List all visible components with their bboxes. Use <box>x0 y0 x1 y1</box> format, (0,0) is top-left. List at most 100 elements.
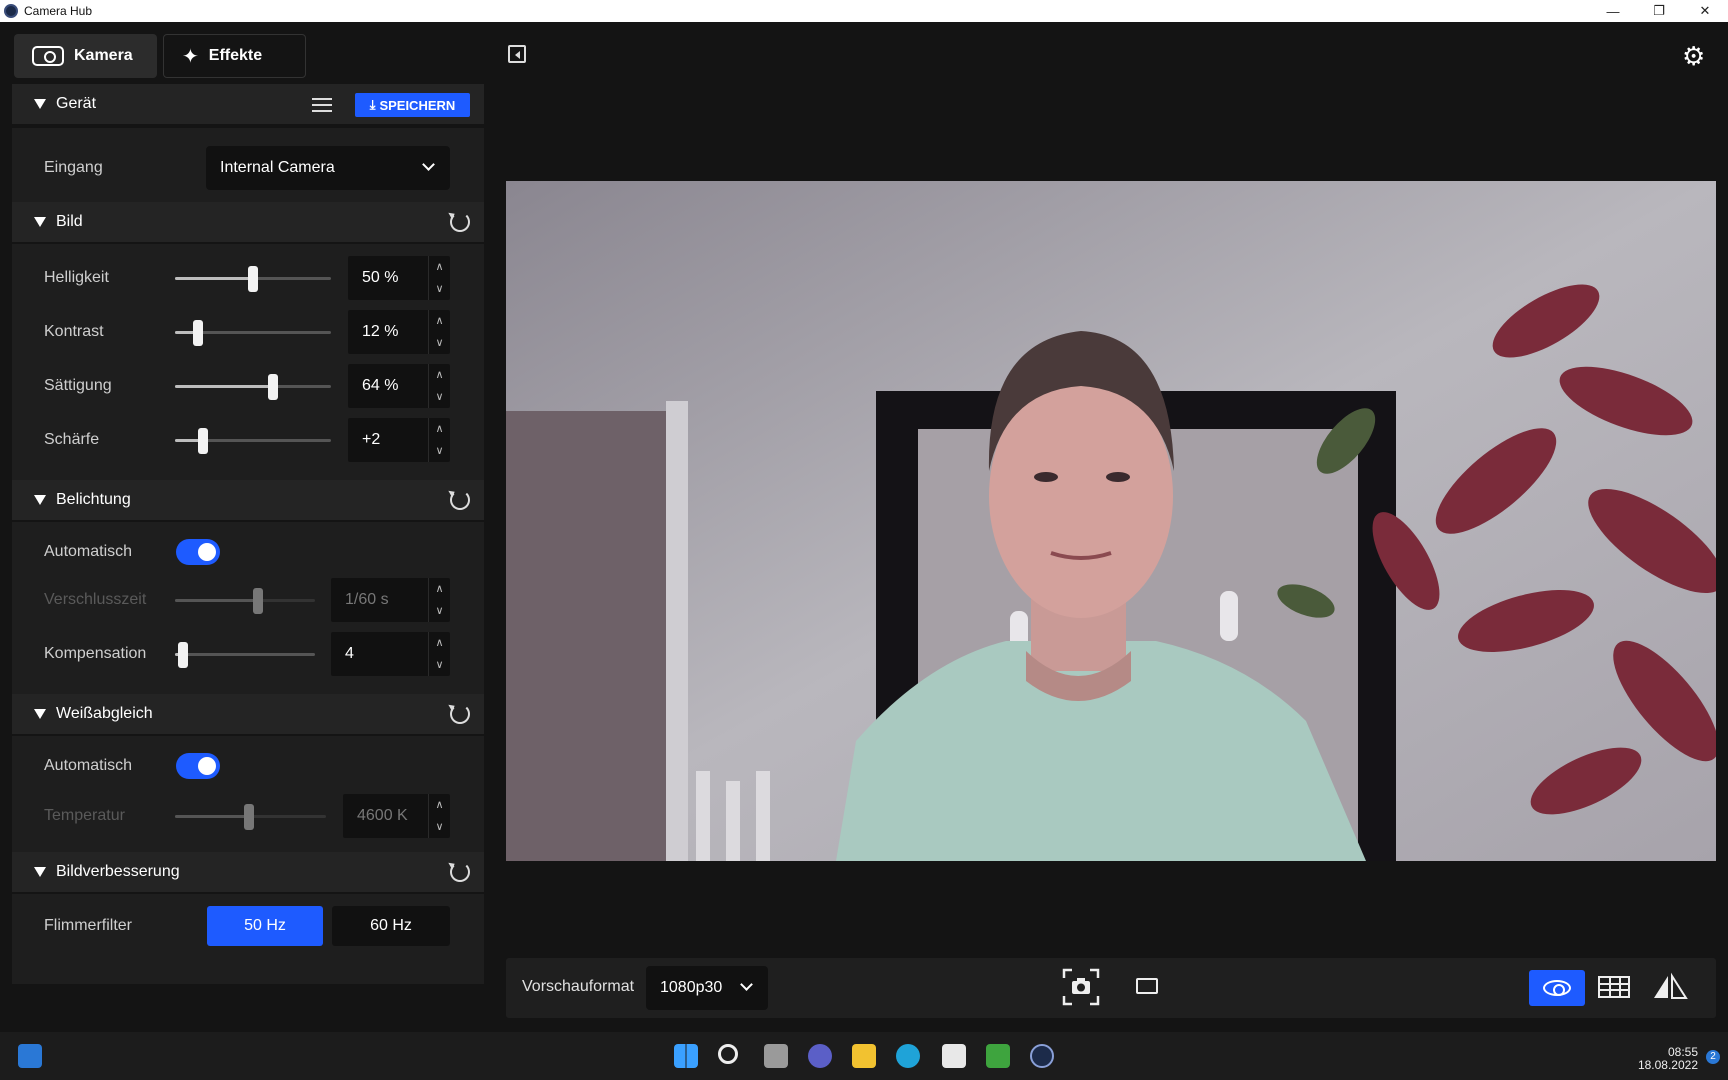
compensation-slider[interactable] <box>175 642 315 668</box>
gear-icon[interactable]: ⚙ <box>1682 41 1705 72</box>
start-icon[interactable] <box>674 1044 698 1068</box>
section-header-bild[interactable]: Bild <box>12 202 484 242</box>
brightness-stepper[interactable]: 50 % ∧ ∨ <box>348 256 450 300</box>
section-header-belichtung[interactable]: Belichtung <box>12 480 484 520</box>
section-title-geraet: Gerät <box>56 95 97 112</box>
brightness-value: 50 % <box>362 269 399 286</box>
stepper-arrows[interactable]: ∧ ∨ <box>428 364 450 408</box>
compensation-stepper[interactable]: 4 ∧ ∨ <box>331 632 450 676</box>
camera-hub-taskbar-icon[interactable] <box>1030 1044 1054 1068</box>
preview-visibility-button[interactable] <box>1529 970 1585 1006</box>
exposure-auto-toggle[interactable] <box>176 539 220 565</box>
saturation-stepper[interactable]: 64 % ∧ ∨ <box>348 364 450 408</box>
contrast-label: Kontrast <box>44 323 104 340</box>
stepper-arrows: ∧ ∨ <box>428 578 450 622</box>
collapse-triangle-icon[interactable] <box>34 495 46 505</box>
shutter-value: 1/60 s <box>345 591 389 608</box>
system-tray: 08:55 18.08.2022 <box>1638 1046 1698 1072</box>
wb-auto-row: Automatisch <box>12 744 484 788</box>
chevron-up-icon[interactable]: ∧ <box>429 364 450 386</box>
stepper-arrows: ∧ ∨ <box>428 794 450 838</box>
magic-wand-icon: ✦ <box>182 45 199 68</box>
camera-icon <box>32 46 64 66</box>
slider-fill <box>175 277 253 280</box>
collapse-triangle-icon[interactable] <box>34 867 46 877</box>
mirror-icon[interactable] <box>1650 972 1690 1000</box>
notification-badge[interactable]: 2 <box>1706 1050 1720 1064</box>
close-icon[interactable]: ✕ <box>1682 0 1728 22</box>
collapse-triangle-icon[interactable] <box>34 709 46 719</box>
save-button[interactable]: ⤓ SPEICHERN <box>355 93 470 117</box>
tab-effekte-label: Effekte <box>208 47 263 64</box>
slider-thumb <box>244 804 254 830</box>
stepper-arrows[interactable]: ∧ ∨ <box>428 418 450 462</box>
slider-thumb[interactable] <box>268 374 278 400</box>
stepper-arrows[interactable]: ∧ ∨ <box>428 632 450 676</box>
collapse-triangle-icon[interactable] <box>34 217 46 227</box>
preview-format-select[interactable]: 1080p30 <box>646 966 768 1010</box>
flicker-50hz-button[interactable]: 50 Hz <box>207 906 323 946</box>
contrast-slider[interactable] <box>175 320 331 346</box>
app-icon <box>4 4 18 18</box>
sharpness-slider[interactable] <box>175 428 331 454</box>
xbox-icon[interactable] <box>986 1044 1010 1068</box>
chevron-down-icon[interactable]: ∨ <box>429 440 450 462</box>
flicker-60hz-button[interactable]: 60 Hz <box>332 906 450 946</box>
reset-icon[interactable] <box>450 212 470 232</box>
section-body-geraet: Eingang Internal Camera <box>12 128 484 210</box>
reset-icon[interactable] <box>450 704 470 724</box>
reset-icon[interactable] <box>450 862 470 882</box>
chevron-down-icon[interactable]: ∨ <box>429 386 450 408</box>
chevron-up-icon: ∧ <box>435 583 444 595</box>
chevron-down-icon[interactable]: ∨ <box>429 332 450 354</box>
chevron-down-icon[interactable]: ∨ <box>429 654 450 676</box>
collapse-triangle-icon[interactable] <box>34 99 46 109</box>
slider-thumb[interactable] <box>248 266 258 292</box>
tab-effekte[interactable]: ✦ Effekte <box>163 34 306 78</box>
adjust-settings-icon[interactable] <box>312 96 332 112</box>
wb-auto-label: Automatisch <box>44 757 133 774</box>
store-icon[interactable] <box>942 1044 966 1068</box>
section-header-weissabgleich[interactable]: Weißabgleich <box>12 694 484 734</box>
minimize-icon[interactable]: — <box>1590 0 1636 22</box>
input-select[interactable]: Internal Camera <box>206 146 450 190</box>
snapshot-camera-icon[interactable] <box>1062 968 1100 1006</box>
reset-icon[interactable] <box>450 490 470 510</box>
folder-icon[interactable] <box>1136 978 1158 994</box>
input-label: Eingang <box>44 159 103 176</box>
exposure-auto-row: Automatisch <box>12 530 484 574</box>
restore-icon[interactable]: ❐ <box>1636 0 1682 22</box>
brightness-slider[interactable] <box>175 266 331 292</box>
chevron-up-icon[interactable]: ∧ <box>429 310 450 332</box>
contrast-stepper[interactable]: 12 % ∧ ∨ <box>348 310 450 354</box>
sharpness-stepper[interactable]: +2 ∧ ∨ <box>348 418 450 462</box>
slider-thumb[interactable] <box>178 642 188 668</box>
panel-app-icon[interactable] <box>18 1044 42 1068</box>
file-explorer-icon[interactable] <box>852 1044 876 1068</box>
preview-format-value: 1080p30 <box>660 979 723 996</box>
grid-icon[interactable] <box>1598 976 1630 998</box>
stepper-arrows[interactable]: ∧ ∨ <box>428 310 450 354</box>
chevron-up-icon[interactable]: ∧ <box>429 256 450 278</box>
section-body-weissabgleich: Automatisch Temperatur 4600 K ∧ ∨ <box>12 736 484 868</box>
chevron-up-icon[interactable]: ∧ <box>429 418 450 440</box>
section-header-geraet[interactable]: Gerät ⤓ SPEICHERN <box>12 84 484 124</box>
flicker-row: Flimmerfilter 50 Hz 60 Hz <box>12 906 484 950</box>
collapse-panel-icon[interactable] <box>508 45 526 63</box>
mirror-glyph <box>1654 972 1688 999</box>
section-header-bildverbesserung[interactable]: Bildverbesserung <box>12 852 484 892</box>
stepper-arrows[interactable]: ∧ ∨ <box>428 256 450 300</box>
tab-kamera[interactable]: Kamera <box>14 34 157 78</box>
wb-auto-toggle[interactable] <box>176 753 220 779</box>
edge-browser-icon[interactable] <box>896 1044 920 1068</box>
chat-icon[interactable] <box>808 1044 832 1068</box>
chevron-up-icon[interactable]: ∧ <box>429 632 450 654</box>
camera-preview <box>506 181 1716 861</box>
saturation-slider[interactable] <box>175 374 331 400</box>
search-icon[interactable] <box>718 1044 738 1064</box>
shutter-slider <box>175 588 315 614</box>
chevron-down-icon[interactable]: ∨ <box>429 278 450 300</box>
slider-thumb[interactable] <box>193 320 203 346</box>
task-view-icon[interactable] <box>764 1044 788 1068</box>
slider-thumb[interactable] <box>198 428 208 454</box>
